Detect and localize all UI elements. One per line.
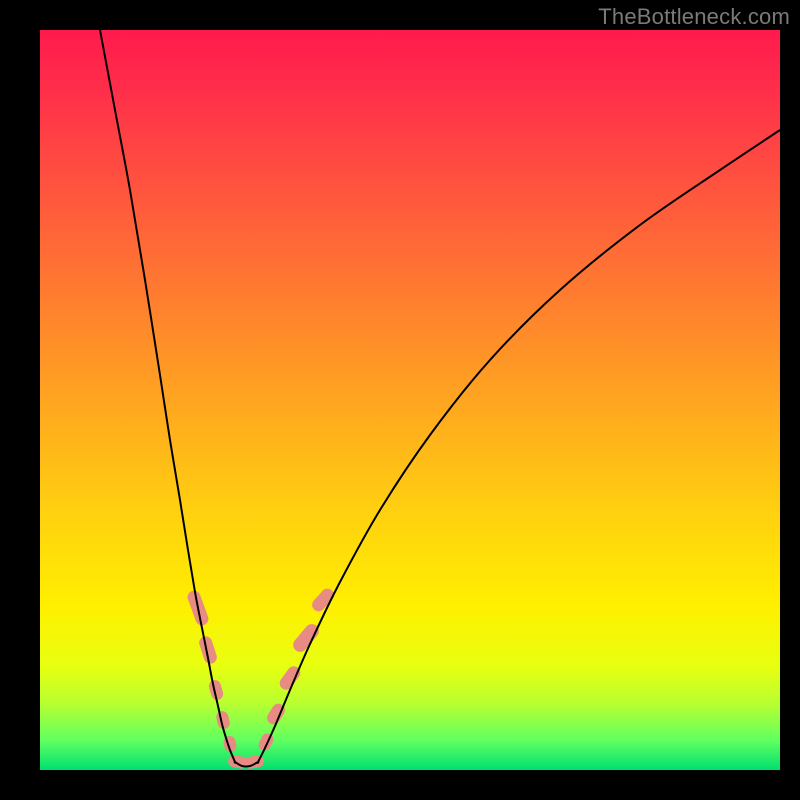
chart-frame: TheBottleneck.com <box>0 0 800 800</box>
data-blobs <box>186 586 337 770</box>
data-blob <box>256 731 275 753</box>
valley-curve <box>100 30 780 767</box>
curve-layer <box>40 30 780 770</box>
data-blob <box>309 586 336 614</box>
watermark-text: TheBottleneck.com <box>598 4 790 30</box>
data-blob <box>290 621 321 655</box>
plot-area <box>40 30 780 770</box>
